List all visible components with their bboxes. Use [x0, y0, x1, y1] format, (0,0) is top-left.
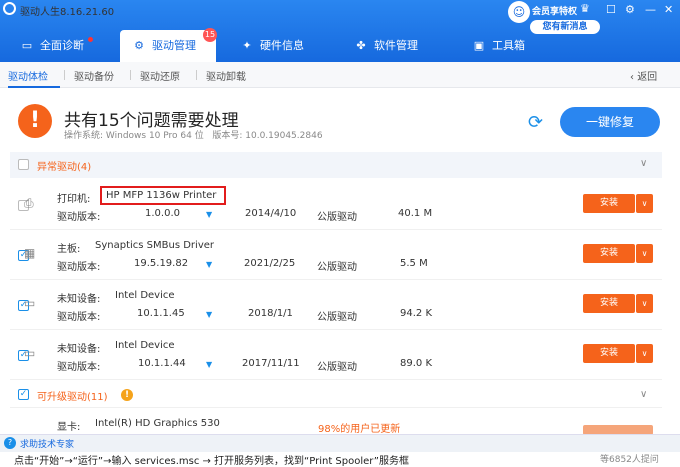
version-dropdown-icon[interactable]: ▼: [206, 260, 212, 269]
install-dropdown-icon[interactable]: ∨: [636, 194, 653, 213]
device-type: 打印机:: [57, 194, 91, 205]
upgradable-section-title: 可升级驱动(11): [37, 392, 108, 403]
bottom-text: 点击“开始”→“运行”→输入 services.msc → 打开服务列表，找到“…: [14, 456, 409, 467]
divider: [64, 70, 65, 80]
toolbox-icon: ▣: [473, 39, 485, 52]
install-button[interactable]: 安装: [583, 194, 635, 213]
driver-size: 94.2 K: [400, 308, 433, 319]
gear-icon: ⚙: [134, 39, 144, 52]
driver-size: 5.5 M: [400, 258, 428, 269]
crown-icon[interactable]: ♛: [580, 2, 590, 15]
install-button[interactable]: 安装: [583, 344, 635, 363]
monitor-icon: ▭: [24, 296, 36, 310]
driver-version: 19.5.19.82: [134, 258, 189, 269]
driver-count-badge: 15: [203, 28, 217, 42]
driver-type: 公版驱动: [317, 312, 357, 323]
ask-expert-link[interactable]: 求助技术专家: [20, 437, 74, 450]
driver-type: 公版驱动: [317, 262, 357, 273]
system-info: 操作系统: Windows 10 Pro 64 位 版本号: 10.0.1904…: [64, 131, 323, 141]
one-click-fix-button[interactable]: 一键修复: [560, 107, 660, 137]
tab-toolbox[interactable]: ▣ 工具箱: [470, 30, 550, 62]
subtab-driver-uninstall[interactable]: 驱动卸载: [206, 68, 246, 83]
refresh-icon[interactable]: ⟳: [528, 112, 543, 133]
monitor-icon: ▭: [21, 39, 33, 52]
question-count: 等6852人提问: [600, 455, 659, 465]
device-type: 未知设备:: [57, 344, 101, 355]
device-name: Intel Device: [115, 340, 175, 351]
divider: [196, 70, 197, 80]
abnormal-section-title: 异常驱动(4): [37, 162, 92, 173]
tab-software-management[interactable]: ✤ 软件管理: [352, 30, 442, 62]
device-type: 显卡:: [57, 422, 81, 433]
chevron-down-icon[interactable]: ∨: [640, 158, 647, 169]
highlight-box: [100, 186, 226, 205]
upgradable-select-all-checkbox[interactable]: ✓: [18, 389, 29, 400]
install-button[interactable]: 安装: [583, 294, 635, 313]
version-dropdown-icon[interactable]: ▼: [206, 360, 212, 369]
driver-type: 公版驱动: [317, 212, 357, 223]
help-icon: ?: [4, 437, 16, 449]
subtab-driver-check[interactable]: 驱动体检: [8, 68, 48, 83]
install-dropdown-icon[interactable]: ∨: [636, 344, 653, 363]
driver-type: 公版驱动: [317, 362, 357, 373]
software-icon: ✤: [356, 39, 366, 52]
driver-version: 10.1.1.44: [138, 358, 186, 369]
driver-version: 10.1.1.45: [137, 308, 185, 319]
update-percent-note: 98%的用户已更新: [318, 424, 401, 435]
info-icon: !: [121, 389, 133, 401]
version-label: 驱动版本:: [57, 212, 101, 223]
version-dropdown-icon[interactable]: ▼: [206, 210, 212, 219]
app-logo-icon: [3, 2, 16, 15]
abnormal-section-header[interactable]: [10, 152, 662, 178]
install-dropdown-icon[interactable]: ∨: [636, 244, 653, 263]
skin-icon[interactable]: ☐: [606, 3, 616, 16]
version-label: 驱动版本:: [57, 262, 101, 273]
abnormal-select-all-checkbox[interactable]: [18, 159, 29, 170]
user-avatar-icon[interactable]: ☺: [508, 1, 530, 23]
warning-icon: !: [18, 104, 52, 138]
printer-icon: ⎙: [24, 196, 34, 210]
active-subtab-indicator: [8, 86, 60, 88]
driver-size: 89.0 K: [400, 358, 433, 369]
device-name: Intel Device: [115, 290, 175, 301]
device-name: Synaptics SMBus Driver: [95, 240, 214, 251]
member-label[interactable]: 会员享特权: [532, 4, 577, 17]
device-type: 主板:: [57, 244, 81, 255]
footer-bar: [0, 434, 680, 452]
settings-icon[interactable]: ⚙: [625, 3, 635, 16]
motherboard-icon: ▦: [24, 246, 36, 260]
version-dropdown-icon[interactable]: ▼: [206, 310, 212, 319]
driver-size: 40.1 M: [398, 208, 433, 219]
window-title: 驱动人生8.16.21.60: [20, 7, 115, 18]
subtab-driver-restore[interactable]: 驱动还原: [140, 68, 180, 83]
version-label: 驱动版本:: [57, 362, 101, 373]
notification-dot: [88, 37, 93, 42]
device-name: Intel(R) HD Graphics 530: [95, 418, 220, 429]
subtab-driver-backup[interactable]: 驱动备份: [74, 68, 114, 83]
chevron-down-icon[interactable]: ∨: [640, 389, 647, 400]
tab-driver-management[interactable]: ⚙ 驱动管理: [120, 30, 216, 62]
install-dropdown-icon[interactable]: ∨: [636, 294, 653, 313]
divider: [130, 70, 131, 80]
device-type: 未知设备:: [57, 294, 101, 305]
driver-date: 2021/2/25: [244, 258, 296, 269]
install-button[interactable]: 安装: [583, 244, 635, 263]
driver-date: 2014/4/10: [245, 208, 297, 219]
hardware-icon: ✦: [242, 39, 252, 52]
tab-full-diagnosis[interactable]: ▭ 全面诊断: [18, 30, 106, 62]
back-button[interactable]: ‹ 返回: [630, 68, 657, 83]
monitor-icon: ▭: [24, 346, 36, 360]
driver-date: 2017/11/11: [242, 358, 300, 369]
tab-hardware-info[interactable]: ✦ 硬件信息: [238, 30, 318, 62]
driver-version: 1.0.0.0: [145, 208, 180, 219]
minimize-button[interactable]: —: [645, 3, 656, 16]
close-button[interactable]: ✕: [664, 3, 673, 16]
version-label: 驱动版本:: [57, 312, 101, 323]
driver-date: 2018/1/1: [248, 308, 293, 319]
